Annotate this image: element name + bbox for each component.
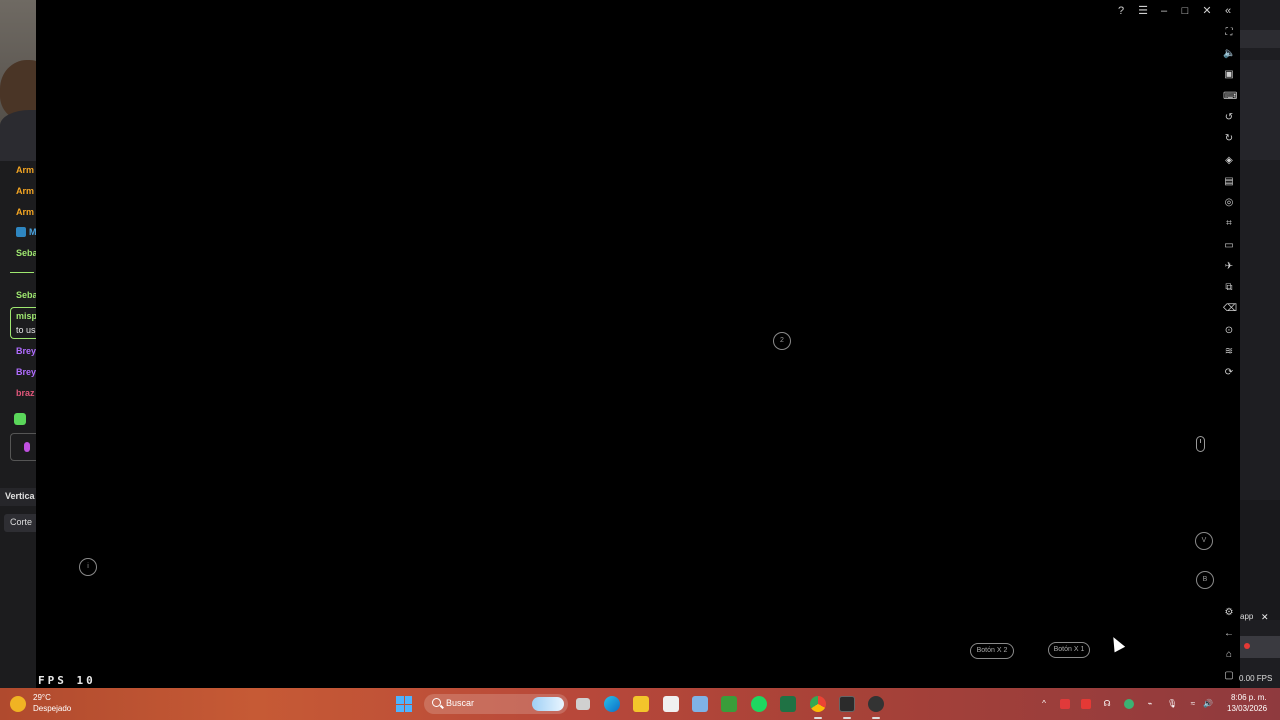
file-explorer-icon[interactable] <box>633 696 649 712</box>
keyboard-icon[interactable]: ⌨ <box>1223 91 1237 103</box>
marker-v[interactable]: V <box>1195 532 1213 550</box>
close-icon[interactable]: ✕ <box>1200 4 1214 18</box>
usb-tray-icon[interactable]: ⌁ <box>1145 699 1155 709</box>
capture-icon[interactable]: ◎ <box>1223 197 1235 209</box>
gamepad-icon[interactable]: ◈ <box>1223 155 1235 167</box>
chat-divider <box>10 272 34 273</box>
record-tray-icon[interactable] <box>1081 699 1091 709</box>
chat-username: Seba <box>16 248 36 258</box>
search-placeholder: Buscar <box>446 698 475 708</box>
headset-tray-icon[interactable]: ☊ <box>1102 699 1112 709</box>
chat-username: misp <box>16 311 36 321</box>
minecraft-icon[interactable] <box>721 696 737 712</box>
chat-username: Brey <box>16 346 36 356</box>
panel-section <box>1240 500 1280 620</box>
obs-studio-icon[interactable] <box>868 696 884 712</box>
recent-apps-icon[interactable]: ▢ <box>1223 670 1235 682</box>
search-highlight-image <box>532 697 564 711</box>
chat-message-text: to us <box>16 325 36 335</box>
clock-date[interactable]: 13/03/2026 <box>1227 704 1267 713</box>
volume-icon[interactable]: 🔈 <box>1223 48 1235 60</box>
chat-username: Arm <box>16 165 35 175</box>
settings-gear-icon[interactable]: ⚙ <box>1223 607 1235 619</box>
location-icon[interactable]: ⊙ <box>1223 325 1235 337</box>
record-icon[interactable]: ▤ <box>1223 176 1235 188</box>
sync-icon[interactable]: ⟳ <box>1223 367 1235 379</box>
eraser-icon[interactable]: ⌫ <box>1223 303 1237 315</box>
emote-icon <box>14 413 26 425</box>
screenshot-icon[interactable]: ▣ <box>1223 69 1235 81</box>
chat-username: Arm <box>16 207 35 217</box>
home-icon[interactable]: ⌂ <box>1223 649 1235 661</box>
marker-2[interactable]: 2 <box>773 332 791 350</box>
airplane-icon[interactable]: ✈ <box>1223 261 1235 273</box>
button-x1-pill[interactable]: Botón X 1 <box>1048 642 1090 658</box>
marker-b[interactable]: B <box>1196 571 1214 589</box>
rotate-left-icon[interactable]: ↺ <box>1223 112 1235 124</box>
taskbar-search[interactable]: Buscar <box>424 694 568 714</box>
chat-username: Seba <box>16 290 36 300</box>
chat-badge-icon <box>16 227 26 237</box>
weather-icon[interactable] <box>10 696 26 712</box>
panel-header <box>1240 30 1280 48</box>
resize-icon[interactable]: ⧉ <box>1223 282 1235 294</box>
help-icon[interactable]: ? <box>1114 4 1128 18</box>
marker-i[interactable]: i <box>79 558 97 576</box>
collapse-sidebar-icon[interactable]: « <box>1221 4 1235 18</box>
microphone-tray-icon[interactable]: 🎙 <box>1167 699 1177 709</box>
microsoft-store-icon[interactable] <box>663 696 679 712</box>
wifi-icon[interactable]: ≈ <box>1188 699 1198 709</box>
game-viewport[interactable] <box>36 0 1240 688</box>
panel-close-icon[interactable]: ✕ <box>1261 612 1269 623</box>
show-hidden-icons-chevron-icon[interactable]: ^ <box>1039 699 1049 709</box>
windows-taskbar: 29°C Despejado Buscar ^ ☊ ⌁ 🎙 ≈ 🔊 8:06 p… <box>0 688 1280 720</box>
record-dot-icon <box>1244 643 1250 649</box>
active-app-indicator <box>814 717 822 719</box>
chat-username: Arm <box>16 186 35 196</box>
speaker-icon[interactable]: 🔊 <box>1203 699 1213 709</box>
button-x2-pill[interactable]: Botón X 2 <box>970 643 1014 659</box>
spotify-icon[interactable] <box>751 696 767 712</box>
background-app-right-panel <box>1240 0 1280 688</box>
back-arrow-icon[interactable]: ← <box>1223 628 1235 640</box>
maximize-icon[interactable]: □ <box>1178 4 1192 18</box>
app-label[interactable]: app <box>1240 612 1253 621</box>
vertical-tab-label[interactable]: Vertica <box>0 488 36 506</box>
tray-app-icon[interactable] <box>1060 699 1070 709</box>
menu-icon[interactable]: ☰ <box>1136 4 1150 18</box>
weather-description[interactable]: Despejado <box>33 704 71 713</box>
panel-section <box>1240 60 1280 160</box>
start-button[interactable] <box>396 696 412 712</box>
search-icon <box>432 698 441 707</box>
weather-temperature[interactable]: 29°C <box>33 693 51 702</box>
layers-icon[interactable]: ≋ <box>1223 346 1235 358</box>
chat-username: Brey <box>16 367 36 377</box>
security-tray-icon[interactable] <box>1124 699 1134 709</box>
corte-button[interactable]: Corte <box>4 514 36 532</box>
fps-counter: FPS 10 <box>38 674 96 687</box>
fullscreen-icon[interactable]: ⛶ <box>1223 27 1235 39</box>
right-toolbar: ⛶ 🔈 ▣ ⌨ ↺ ↻ ◈ ▤ ◎ ⌗ ▭ ✈ ⧉ ⌫ ⊙ ≋ ⟳ ⚙ ← ⌂ … <box>1218 22 1240 688</box>
active-app-indicator <box>843 717 851 719</box>
emulator-app-icon[interactable] <box>839 696 855 712</box>
photos-app-icon[interactable] <box>692 696 708 712</box>
crop-icon[interactable]: ⌗ <box>1223 218 1235 230</box>
minimize-icon[interactable]: – <box>1157 4 1171 18</box>
chrome-icon[interactable] <box>810 696 826 712</box>
chat-username: braz <box>16 388 35 398</box>
active-app-indicator <box>872 717 880 719</box>
chat-input[interactable] <box>10 433 36 461</box>
panel-button[interactable] <box>1240 636 1280 658</box>
mouse-icon[interactable] <box>1196 436 1205 452</box>
clock-time[interactable]: 8:06 p. m. <box>1231 693 1267 702</box>
rotate-right-icon[interactable]: ↻ <box>1223 133 1235 145</box>
chat-username: M <box>29 227 36 237</box>
edge-browser-icon[interactable] <box>604 696 620 712</box>
task-view-icon[interactable] <box>576 698 590 710</box>
fps-readout: 0.00 FPS <box>1239 674 1273 683</box>
excel-icon[interactable] <box>780 696 796 712</box>
folder-icon[interactable]: ▭ <box>1223 240 1235 252</box>
microphone-icon <box>24 442 30 452</box>
